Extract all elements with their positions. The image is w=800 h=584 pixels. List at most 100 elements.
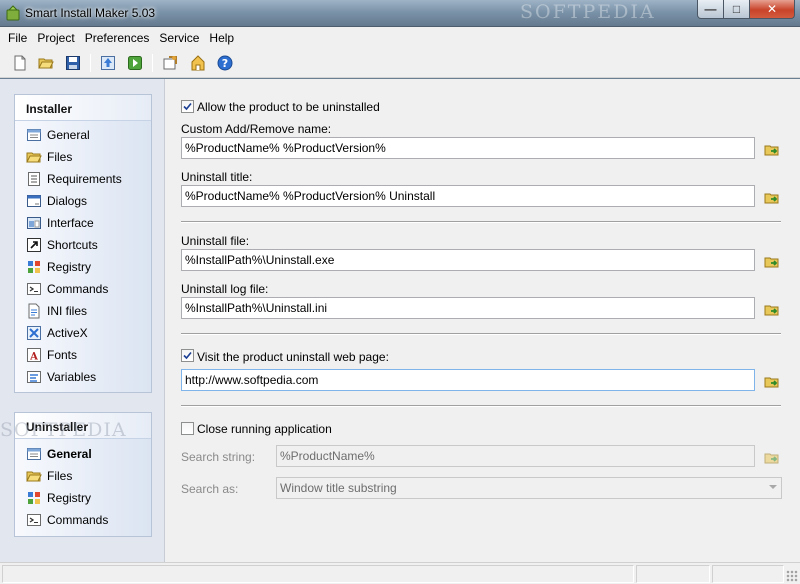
menu-project[interactable]: Project <box>32 31 79 45</box>
insert-variable-icon[interactable] <box>763 448 781 466</box>
help-icon[interactable]: ? <box>216 54 234 72</box>
insert-variable-icon[interactable] <box>763 372 781 390</box>
installer-item-shortcuts[interactable]: Shortcuts <box>15 234 151 256</box>
uninstall-log-field[interactable]: %InstallPath%\Uninstall.ini <box>181 297 755 319</box>
menu-help[interactable]: Help <box>204 31 239 45</box>
insert-variable-icon[interactable] <box>763 252 781 270</box>
resize-grip[interactable] <box>786 570 798 582</box>
sidebar-item-label: Files <box>47 469 73 483</box>
add-remove-name-label: Custom Add/Remove name: <box>181 122 332 136</box>
status-cell <box>2 565 634 583</box>
chevron-down-icon <box>769 485 777 489</box>
visit-web-label: Visit the product uninstall web page: <box>197 350 389 364</box>
web-url-field[interactable]: http://www.softpedia.com <box>181 369 755 391</box>
main-area: Installer General Files Requirements Dialog… <box>0 79 800 584</box>
installer-item-ini-files[interactable]: INI files <box>15 300 151 322</box>
sidebar-item-label: Files <box>47 150 73 164</box>
installer-panel-title: Installer <box>15 95 151 121</box>
watermark: SOFTPEDIA <box>520 1 656 23</box>
installer-item-interface[interactable]: Interface <box>15 212 151 234</box>
build-icon[interactable] <box>99 54 117 72</box>
commands-icon <box>26 512 42 528</box>
open-folder-icon[interactable] <box>37 54 55 72</box>
search-as-label: Search as: <box>181 482 239 496</box>
fonts-icon: A <box>26 347 42 363</box>
status-bar <box>0 562 800 584</box>
registry-icon <box>26 490 42 506</box>
insert-variable-icon[interactable] <box>763 300 781 318</box>
search-as-dropdown[interactable]: Window title substring <box>276 477 782 499</box>
sidebar-item-label: General <box>47 128 90 142</box>
uninstaller-general-form: Allow the product to be uninstalled Cust… <box>166 79 800 562</box>
menu-file[interactable]: File <box>3 31 32 45</box>
installer-item-variables[interactable]: Variables <box>15 366 151 388</box>
sidebar-item-label: INI files <box>47 304 88 318</box>
menu-preferences[interactable]: Preferences <box>80 31 155 45</box>
interface-icon <box>26 215 42 231</box>
close-icon: ✕ <box>766 2 778 16</box>
divider <box>181 333 781 335</box>
uninstaller-list: General Files Registry Commands <box>15 439 151 536</box>
divider <box>181 221 781 223</box>
installer-item-fonts[interactable]: A Fonts <box>15 344 151 366</box>
uninstall-file-field[interactable]: %InstallPath%\Uninstall.exe <box>181 249 755 271</box>
search-string-field[interactable]: %ProductName% <box>276 445 755 467</box>
installer-item-requirements[interactable]: Requirements <box>15 168 151 190</box>
status-cell <box>712 565 784 583</box>
allow-uninstall-label: Allow the product to be uninstalled <box>197 100 380 114</box>
files-icon <box>26 149 42 165</box>
window-title: Smart Install Maker 5.03 <box>25 6 156 20</box>
maximize-icon: □ <box>732 2 741 16</box>
visit-web-checkbox[interactable] <box>181 349 194 362</box>
installer-item-activex[interactable]: ActiveX <box>15 322 151 344</box>
installer-item-general[interactable]: General <box>15 124 151 146</box>
title-bar: Smart Install Maker 5.03 SOFTPEDIA — □ ✕ <box>0 0 800 27</box>
sidebar-item-label: Shortcuts <box>47 238 98 252</box>
uninstaller-item-general[interactable]: General <box>15 443 151 465</box>
sidebar-item-label: Registry <box>47 260 92 274</box>
menu-bar: File Project Preferences Service Help <box>0 27 800 48</box>
menu-service[interactable]: Service <box>154 31 204 45</box>
ini-files-icon <box>26 303 42 319</box>
add-remove-name-field[interactable]: %ProductName% %ProductVersion% <box>181 137 755 159</box>
minimize-button[interactable]: — <box>697 0 724 19</box>
installer-panel: Installer General Files Requirements Dialog… <box>14 94 152 393</box>
sidebar-item-label: Commands <box>47 513 109 527</box>
insert-variable-icon[interactable] <box>763 140 781 158</box>
insert-variable-icon[interactable] <box>763 188 781 206</box>
save-icon[interactable] <box>64 54 82 72</box>
maximize-button[interactable]: □ <box>723 0 750 19</box>
sidebar-watermark: SOFTPEDIA <box>0 419 127 441</box>
installer-list: General Files Requirements Dialogs Interface… <box>15 121 151 392</box>
sidebar-item-label: Commands <box>47 282 109 296</box>
general-icon <box>26 446 42 462</box>
uninstall-title-field[interactable]: %ProductName% %ProductVersion% Uninstall <box>181 185 755 207</box>
close-button[interactable]: ✕ <box>749 0 795 19</box>
toolbar: ? <box>0 48 800 78</box>
uninstaller-item-files[interactable]: Files <box>15 465 151 487</box>
installer-item-registry[interactable]: Registry <box>15 256 151 278</box>
minimize-icon: — <box>704 2 717 16</box>
installer-item-commands[interactable]: Commands <box>15 278 151 300</box>
sidebar-item-label: Requirements <box>47 172 122 186</box>
registry-icon <box>26 259 42 275</box>
installer-item-dialogs[interactable]: Dialogs <box>15 190 151 212</box>
update-icon[interactable] <box>189 54 207 72</box>
sidebar: Installer General Files Requirements Dialog… <box>0 79 165 562</box>
app-icon[interactable] <box>5 5 21 21</box>
allow-uninstall-checkbox[interactable] <box>181 100 194 113</box>
shortcuts-icon <box>26 237 42 253</box>
activex-icon <box>26 325 42 341</box>
options-icon[interactable] <box>161 54 179 72</box>
run-icon[interactable] <box>126 54 144 72</box>
commands-icon <box>26 281 42 297</box>
uninstaller-item-registry[interactable]: Registry <box>15 487 151 509</box>
installer-item-files[interactable]: Files <box>15 146 151 168</box>
svg-text:?: ? <box>222 57 228 70</box>
close-app-checkbox[interactable] <box>181 422 194 435</box>
sidebar-item-label: ActiveX <box>47 326 88 340</box>
sidebar-item-label: Dialogs <box>47 194 88 208</box>
new-file-icon[interactable] <box>11 54 29 72</box>
variables-icon <box>26 369 42 385</box>
uninstaller-item-commands[interactable]: Commands <box>15 509 151 531</box>
